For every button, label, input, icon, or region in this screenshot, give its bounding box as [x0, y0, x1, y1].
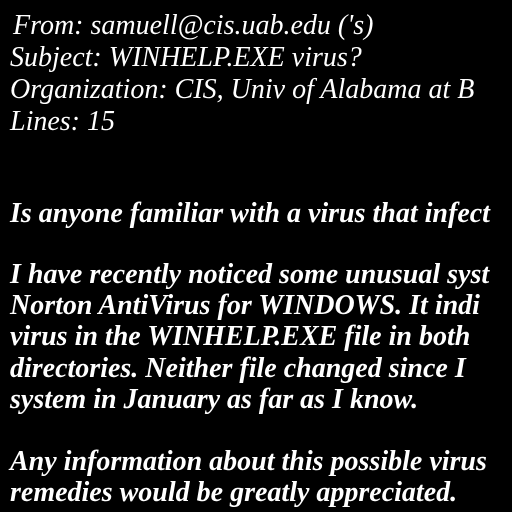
header-lines: Lines: 15 [10, 106, 115, 137]
paragraph-line: Norton AntiVirus for WINDOWS. It indi [10, 290, 480, 321]
paragraph-line: system in January as far as I know. [10, 384, 419, 415]
header-organization: Organization: CIS, Univ of Alabama at B [10, 74, 475, 105]
question-line: Is anyone familiar with a virus that inf… [10, 198, 490, 229]
email-message-view: From: samuell@cis.uab.edu ('s) Subject: … [0, 0, 512, 512]
paragraph-line: virus in the WINHELP.EXE file in both [10, 321, 471, 352]
header-from: From: samuell@cis.uab.edu ('s) [13, 10, 374, 41]
header-subject: Subject: WINHELP.EXE virus? [10, 42, 362, 73]
paragraph-line: directories. Neither file changed since … [10, 353, 466, 384]
closing-line: remedies would be greatly appreciated. [10, 477, 458, 508]
closing-line: Any information about this possible viru… [10, 446, 487, 477]
paragraph-line: I have recently noticed some unusual sys… [10, 259, 490, 290]
